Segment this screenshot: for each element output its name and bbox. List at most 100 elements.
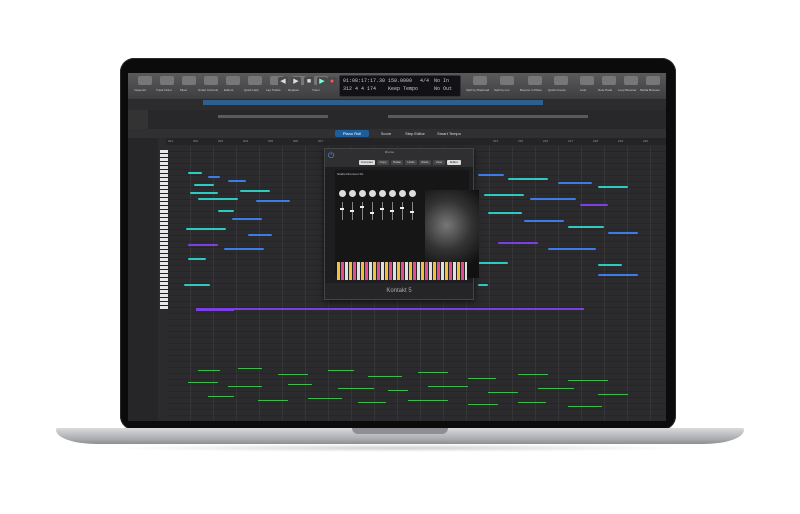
midi-note[interactable] bbox=[190, 192, 218, 194]
midi-note[interactable] bbox=[530, 198, 576, 200]
midi-note[interactable] bbox=[468, 378, 496, 379]
midi-note[interactable] bbox=[388, 390, 408, 391]
drum-pad[interactable] bbox=[349, 190, 356, 197]
piano-keyboard[interactable] bbox=[160, 150, 168, 310]
midi-note[interactable] bbox=[240, 190, 270, 192]
kontakt-plugin-window[interactable]: ⏻ Drums Compare Copy Paste Undo Redo Vie… bbox=[324, 148, 479, 300]
midi-note[interactable] bbox=[488, 212, 522, 214]
lists-button[interactable] bbox=[580, 76, 594, 85]
play-icon[interactable]: ▶ bbox=[317, 77, 327, 87]
midi-note[interactable] bbox=[568, 406, 602, 407]
mixer-fader[interactable] bbox=[342, 202, 343, 220]
midi-note[interactable] bbox=[218, 210, 234, 212]
fader-knob[interactable] bbox=[400, 207, 404, 209]
midi-note[interactable] bbox=[498, 242, 538, 244]
midi-note[interactable] bbox=[518, 374, 548, 375]
timeline-ruler[interactable] bbox=[128, 100, 666, 110]
midi-note[interactable] bbox=[478, 262, 508, 264]
inspector-button[interactable] bbox=[138, 76, 152, 85]
midi-note[interactable] bbox=[368, 376, 402, 377]
midi-note[interactable] bbox=[598, 394, 628, 395]
redo-button[interactable]: Redo bbox=[419, 160, 431, 165]
cycle-region[interactable] bbox=[203, 100, 543, 105]
midi-note[interactable] bbox=[484, 194, 524, 196]
quick-help-button[interactable] bbox=[248, 76, 262, 85]
split-loc-button[interactable] bbox=[500, 76, 514, 85]
drum-pad[interactable] bbox=[379, 190, 386, 197]
midi-note[interactable] bbox=[228, 180, 246, 182]
bounce-button[interactable] bbox=[528, 76, 542, 85]
drum-pad[interactable] bbox=[359, 190, 366, 197]
drum-pad[interactable] bbox=[409, 190, 416, 197]
midi-note[interactable] bbox=[224, 308, 584, 310]
midi-note[interactable] bbox=[524, 220, 564, 222]
stop-icon[interactable]: ■ bbox=[304, 77, 314, 87]
track-region[interactable] bbox=[388, 115, 588, 118]
midi-note[interactable] bbox=[598, 264, 622, 266]
midi-note[interactable] bbox=[580, 204, 608, 206]
drum-pad[interactable] bbox=[399, 190, 406, 197]
midi-note[interactable] bbox=[478, 284, 488, 286]
forward-icon[interactable]: ▶ bbox=[291, 77, 301, 87]
midi-note[interactable] bbox=[558, 182, 592, 184]
midi-note[interactable] bbox=[568, 226, 604, 228]
editor-button[interactable]: Editor bbox=[447, 160, 461, 165]
midi-note[interactable] bbox=[478, 174, 504, 176]
midi-note[interactable] bbox=[408, 400, 448, 401]
drum-pad[interactable] bbox=[389, 190, 396, 197]
fader-knob[interactable] bbox=[410, 211, 414, 213]
midi-note[interactable] bbox=[288, 384, 312, 385]
drum-pad[interactable] bbox=[339, 190, 346, 197]
midi-note[interactable] bbox=[508, 178, 548, 180]
tab-step-editor[interactable]: Step Editor bbox=[400, 130, 430, 137]
midi-note[interactable] bbox=[184, 284, 210, 286]
fader-knob[interactable] bbox=[390, 210, 394, 212]
mixer-fader[interactable] bbox=[362, 202, 363, 220]
midi-note[interactable] bbox=[258, 400, 288, 401]
midi-note[interactable] bbox=[188, 382, 218, 383]
midi-note[interactable] bbox=[278, 374, 308, 375]
midi-note[interactable] bbox=[228, 386, 262, 387]
mixer-fader[interactable] bbox=[402, 202, 403, 220]
midi-note[interactable] bbox=[224, 248, 264, 250]
midi-note[interactable] bbox=[358, 402, 386, 403]
mixer-fader[interactable] bbox=[382, 202, 383, 220]
track-order-button[interactable] bbox=[160, 76, 174, 85]
midi-note[interactable] bbox=[188, 244, 218, 246]
midi-note[interactable] bbox=[598, 186, 628, 188]
fader-knob[interactable] bbox=[370, 212, 374, 214]
power-icon[interactable]: ⏻ bbox=[328, 152, 336, 160]
midi-note[interactable] bbox=[232, 218, 262, 220]
rewind-icon[interactable]: ◀ bbox=[278, 77, 288, 87]
midi-note[interactable] bbox=[198, 198, 238, 200]
midi-note[interactable] bbox=[308, 398, 342, 399]
tab-score[interactable]: Score bbox=[374, 130, 398, 137]
midi-note[interactable] bbox=[428, 386, 468, 387]
loop-browser-button[interactable] bbox=[624, 76, 638, 85]
drum-pad[interactable] bbox=[369, 190, 376, 197]
kontakt-keyboard[interactable] bbox=[337, 262, 467, 280]
fader-knob[interactable] bbox=[350, 210, 354, 212]
fader-knob[interactable] bbox=[360, 206, 364, 208]
midi-note[interactable] bbox=[518, 402, 546, 403]
midi-note[interactable] bbox=[548, 248, 596, 250]
midi-note[interactable] bbox=[568, 380, 608, 381]
mixer-fader[interactable] bbox=[372, 202, 373, 220]
paste-button[interactable]: Paste bbox=[391, 160, 403, 165]
midi-note[interactable] bbox=[338, 388, 374, 389]
fader-knob[interactable] bbox=[340, 208, 344, 210]
record-icon[interactable]: ● bbox=[327, 77, 337, 87]
midi-note[interactable] bbox=[608, 232, 638, 234]
undo-button[interactable]: Undo bbox=[405, 160, 417, 165]
piano-roll-ruler[interactable]: 201 202 203 204 205 206 207 214 215 216 … bbox=[166, 138, 666, 145]
compare-button[interactable]: Compare bbox=[359, 160, 375, 165]
midi-note[interactable] bbox=[188, 258, 206, 260]
midi-note[interactable] bbox=[194, 184, 214, 186]
tab-smart-tempo[interactable]: Smart Tempo bbox=[433, 130, 465, 137]
midi-note[interactable] bbox=[538, 388, 574, 389]
media-browser-button[interactable] bbox=[646, 76, 660, 85]
split-playhead-button[interactable] bbox=[473, 76, 487, 85]
lcd-display[interactable]: 01:08:17:17.30 312 4 4 174 150.0000 Keep… bbox=[339, 75, 461, 97]
midi-note[interactable] bbox=[468, 404, 498, 405]
freeze-button[interactable] bbox=[554, 76, 568, 85]
